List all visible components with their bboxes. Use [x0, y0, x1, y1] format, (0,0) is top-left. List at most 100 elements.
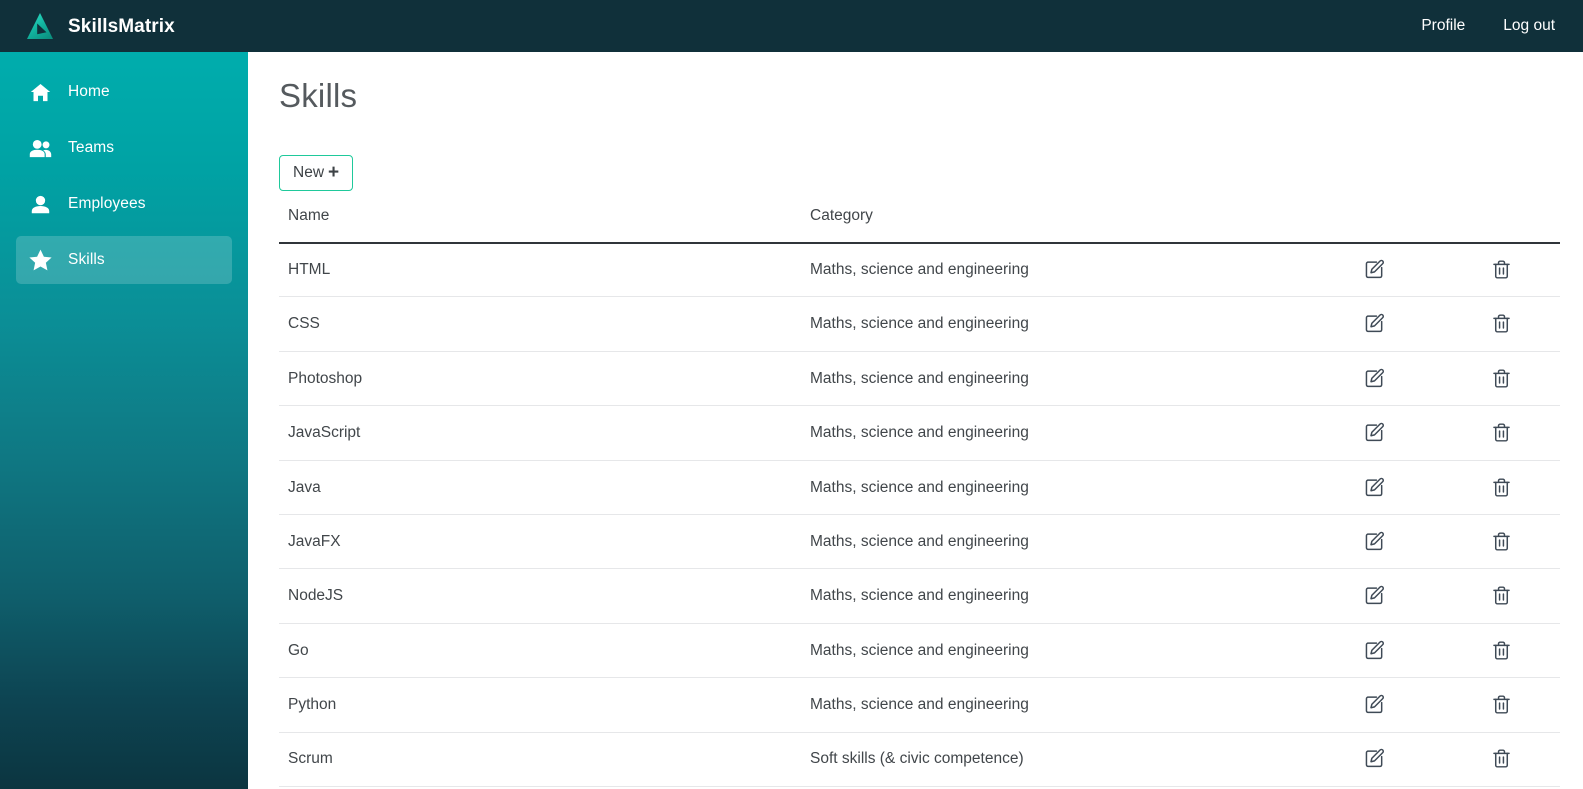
edit-skill-button[interactable] [1361, 637, 1388, 664]
cell-skill-name: Scrum [279, 732, 801, 787]
sidebar-item-label: Home [68, 83, 110, 101]
edit-pencil-square-icon [1364, 313, 1385, 334]
table-row: Go Maths, science and engineering [279, 623, 1560, 679]
triangle-play-logo-icon [24, 10, 56, 42]
trash-icon [1491, 748, 1512, 769]
table-row: Python Maths, science and engineering [279, 677, 1560, 733]
trash-icon [1491, 422, 1512, 443]
cell-delete-action [1433, 405, 1560, 461]
cell-delete-action [1433, 242, 1560, 298]
edit-pencil-square-icon [1364, 531, 1385, 552]
trash-icon [1491, 259, 1512, 280]
sidebar-item-employees[interactable]: Employees [16, 180, 232, 228]
cell-delete-action [1433, 351, 1560, 407]
cell-edit-action [1306, 732, 1433, 787]
cell-delete-action [1433, 623, 1560, 679]
new-button-label: New [293, 164, 325, 182]
cell-skill-name: NodeJS [279, 568, 801, 624]
main-content: Skills New + Name Category HTML Maths, s… [248, 52, 1583, 789]
top-header-bar: SkillsMatrix Profile Log out [0, 0, 1583, 52]
delete-skill-button[interactable] [1488, 365, 1515, 392]
skills-table-container: Name Category HTML Maths, science and en… [279, 208, 1560, 787]
column-header-category: Category [801, 208, 1306, 244]
cell-edit-action [1306, 568, 1433, 624]
sidebar-item-label: Skills [68, 251, 105, 269]
cell-skill-category: Maths, science and engineering [801, 568, 1306, 624]
trash-icon [1491, 531, 1512, 552]
sidebar-item-label: Employees [68, 195, 146, 213]
cell-skill-name: Go [279, 623, 801, 679]
edit-pencil-square-icon [1364, 640, 1385, 661]
edit-skill-button[interactable] [1361, 310, 1388, 337]
delete-skill-button[interactable] [1488, 310, 1515, 337]
home-icon [28, 81, 52, 103]
table-row: Photoshop Maths, science and engineering [279, 351, 1560, 407]
person-icon [28, 193, 52, 215]
edit-skill-button[interactable] [1361, 745, 1388, 772]
edit-skill-button[interactable] [1361, 582, 1388, 609]
cell-skill-name: HTML [279, 242, 801, 298]
trash-icon [1491, 694, 1512, 715]
edit-pencil-square-icon [1364, 748, 1385, 769]
table-row: JavaScript Maths, science and engineerin… [279, 405, 1560, 461]
trash-icon [1491, 477, 1512, 498]
cell-skill-category: Maths, science and engineering [801, 351, 1306, 407]
delete-skill-button[interactable] [1488, 419, 1515, 446]
edit-pencil-square-icon [1364, 368, 1385, 389]
page-title: Skills [279, 77, 358, 114]
sidebar-item-home[interactable]: Home [16, 68, 232, 116]
cell-skill-name: CSS [279, 296, 801, 352]
column-header-delete [1433, 208, 1560, 244]
edit-skill-button[interactable] [1361, 474, 1388, 501]
topnav-link-profile[interactable]: Profile [1421, 18, 1465, 34]
new-skill-button[interactable]: New + [279, 155, 354, 191]
top-navigation: Profile Log out [1421, 18, 1555, 34]
cell-delete-action [1433, 568, 1560, 624]
table-row: CSS Maths, science and engineering [279, 296, 1560, 352]
skills-table: Name Category HTML Maths, science and en… [279, 208, 1560, 787]
table-body: HTML Maths, science and engineering CSS … [279, 242, 1560, 787]
cell-skill-category: Maths, science and engineering [801, 514, 1306, 570]
edit-pencil-square-icon [1364, 585, 1385, 606]
cell-skill-category: Soft skills (& civic competence) [801, 732, 1306, 787]
table-row: Java Maths, science and engineering [279, 460, 1560, 515]
delete-skill-button[interactable] [1488, 582, 1515, 609]
edit-skill-button[interactable] [1361, 691, 1388, 718]
topnav-link-logout[interactable]: Log out [1503, 18, 1555, 34]
delete-skill-button[interactable] [1488, 474, 1515, 501]
cell-edit-action [1306, 405, 1433, 461]
delete-skill-button[interactable] [1488, 637, 1515, 664]
table-row: JavaFX Maths, science and engineering [279, 514, 1560, 570]
edit-pencil-square-icon [1364, 694, 1385, 715]
delete-skill-button[interactable] [1488, 256, 1515, 283]
edit-skill-button[interactable] [1361, 256, 1388, 283]
trash-icon [1491, 585, 1512, 606]
cell-delete-action [1433, 732, 1560, 787]
table-header-row: Name Category [279, 208, 1560, 244]
cell-skill-category: Maths, science and engineering [801, 677, 1306, 733]
cell-skill-category: Maths, science and engineering [801, 242, 1306, 298]
people-icon [28, 137, 52, 159]
sidebar-item-teams[interactable]: Teams [16, 124, 232, 172]
edit-pencil-square-icon [1364, 259, 1385, 280]
cell-edit-action [1306, 351, 1433, 407]
cell-skill-name: Python [279, 677, 801, 733]
edit-skill-button[interactable] [1361, 419, 1388, 446]
cell-skill-name: JavaScript [279, 405, 801, 461]
edit-skill-button[interactable] [1361, 528, 1388, 555]
brand-logo-link[interactable]: SkillsMatrix [24, 10, 175, 42]
edit-skill-button[interactable] [1361, 365, 1388, 392]
column-header-name: Name [279, 208, 801, 244]
delete-skill-button[interactable] [1488, 691, 1515, 718]
column-header-edit [1306, 208, 1433, 244]
cell-delete-action [1433, 460, 1560, 515]
sidebar-item-skills[interactable]: Skills [16, 236, 232, 284]
cell-skill-category: Maths, science and engineering [801, 623, 1306, 679]
delete-skill-button[interactable] [1488, 528, 1515, 555]
sidebar-item-label: Teams [68, 139, 115, 157]
cell-skill-category: Maths, science and engineering [801, 460, 1306, 515]
table-row: NodeJS Maths, science and engineering [279, 568, 1560, 624]
table-row: Scrum Soft skills (& civic competence) [279, 732, 1560, 787]
delete-skill-button[interactable] [1488, 745, 1515, 772]
trash-icon [1491, 313, 1512, 334]
